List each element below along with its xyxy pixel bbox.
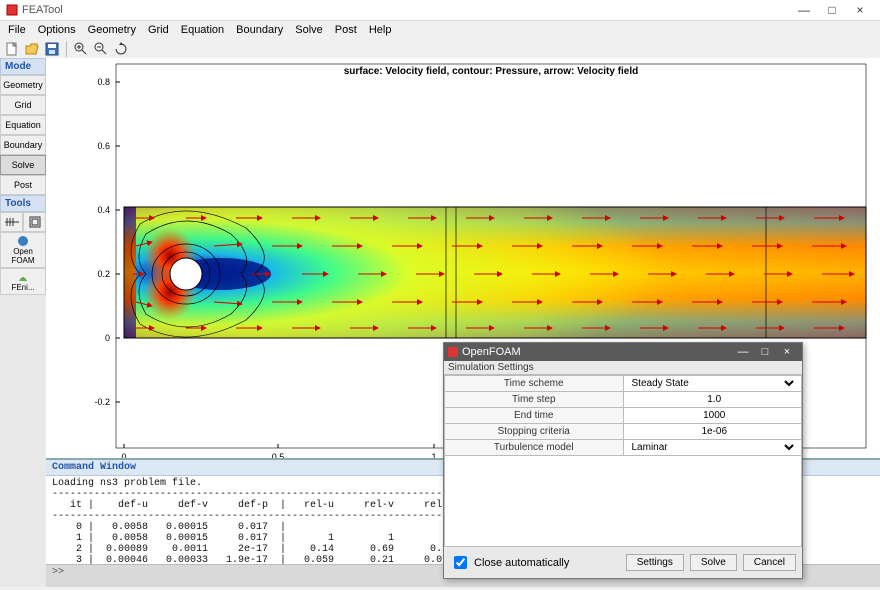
mode-grid[interactable]: Grid [0, 95, 46, 115]
end-time-input[interactable] [628, 409, 802, 422]
svg-text:0.2: 0.2 [97, 269, 110, 279]
menu-post[interactable]: Post [329, 22, 363, 38]
tool-solve-default-icon[interactable] [0, 212, 23, 232]
tools-header: Tools [0, 195, 46, 212]
openfoam-dialog: OpenFOAM — □ × Simulation Settings Time … [443, 342, 803, 579]
app-icon [6, 4, 18, 16]
window-titlebar: FEATool — □ × [0, 0, 880, 21]
dialog-minimize-button[interactable]: — [732, 346, 754, 358]
menu-equation[interactable]: Equation [175, 22, 230, 38]
menu-solve[interactable]: Solve [289, 22, 329, 38]
menu-options[interactable]: Options [32, 22, 82, 38]
cancel-button[interactable]: Cancel [743, 554, 796, 571]
maximize-button[interactable]: □ [818, 3, 846, 17]
close-automatically-checkbox[interactable]: Close automatically [450, 553, 569, 572]
dialog-title: OpenFOAM [462, 346, 521, 358]
stopping-criteria-input[interactable] [628, 425, 802, 438]
row-stopping-label: Stopping criteria [445, 424, 624, 440]
mode-geometry[interactable]: Geometry [0, 75, 46, 95]
settings-button[interactable]: Settings [626, 554, 684, 571]
dialog-titlebar[interactable]: OpenFOAM — □ × [444, 343, 802, 361]
time-scheme-select[interactable]: Steady State [628, 377, 798, 390]
solver-openfoam-label: Open FOAM [11, 247, 34, 265]
rotate-icon[interactable] [113, 41, 129, 57]
save-icon[interactable] [44, 41, 60, 57]
new-icon[interactable] [4, 41, 20, 57]
menu-grid[interactable]: Grid [142, 22, 175, 38]
settings-table: Time scheme Steady State Time step End t… [444, 375, 802, 456]
turbulence-model-select[interactable]: Laminar [628, 441, 798, 454]
toolbar [0, 39, 880, 60]
close-automatically-input[interactable] [454, 556, 467, 569]
open-icon[interactable] [24, 41, 40, 57]
mode-header: Mode [0, 58, 46, 75]
svg-text:0.6: 0.6 [97, 141, 110, 151]
dialog-maximize-button[interactable]: □ [754, 346, 776, 358]
menu-boundary[interactable]: Boundary [230, 22, 289, 38]
solve-button[interactable]: Solve [690, 554, 737, 571]
dialog-app-icon [448, 347, 458, 357]
row-time-scheme-label: Time scheme [445, 376, 624, 392]
menu-bar: File Options Geometry Grid Equation Boun… [0, 21, 880, 39]
zoom-in-icon[interactable] [73, 41, 89, 57]
dialog-close-button[interactable]: × [776, 346, 798, 358]
minimize-button[interactable]: — [790, 3, 818, 17]
time-step-input[interactable] [628, 393, 802, 406]
dialog-subtitle: Simulation Settings [444, 361, 802, 375]
zoom-out-icon[interactable] [93, 41, 109, 57]
svg-text:0.8: 0.8 [97, 77, 110, 87]
solver-fenics[interactable]: FEni... [0, 268, 46, 295]
mode-boundary[interactable]: Boundary [0, 135, 46, 155]
left-sidebar: Mode Geometry Grid Equation Boundary Sol… [0, 58, 47, 587]
svg-text:0: 0 [105, 333, 110, 343]
row-time-step-label: Time step [445, 392, 624, 408]
window-title: FEATool [22, 4, 63, 16]
close-automatically-label: Close automatically [474, 557, 569, 569]
solver-fenics-label: FEni... [11, 283, 34, 292]
row-turbulence-label: Turbulence model [445, 440, 624, 456]
menu-geometry[interactable]: Geometry [82, 22, 142, 38]
row-end-time-label: End time [445, 408, 624, 424]
svg-text:-0.2: -0.2 [94, 397, 110, 407]
mode-post[interactable]: Post [0, 175, 46, 195]
mode-solve[interactable]: Solve [0, 155, 46, 175]
svg-text:0.4: 0.4 [97, 205, 110, 215]
menu-file[interactable]: File [2, 22, 32, 38]
dialog-blank-area [444, 456, 802, 547]
close-button[interactable]: × [846, 3, 874, 17]
tool-solve-restart-icon[interactable] [23, 212, 46, 232]
plot-title: surface: Velocity field, contour: Pressu… [344, 66, 639, 77]
solver-openfoam[interactable]: Open FOAM [0, 232, 46, 268]
mode-equation[interactable]: Equation [0, 115, 46, 135]
menu-help[interactable]: Help [363, 22, 398, 38]
